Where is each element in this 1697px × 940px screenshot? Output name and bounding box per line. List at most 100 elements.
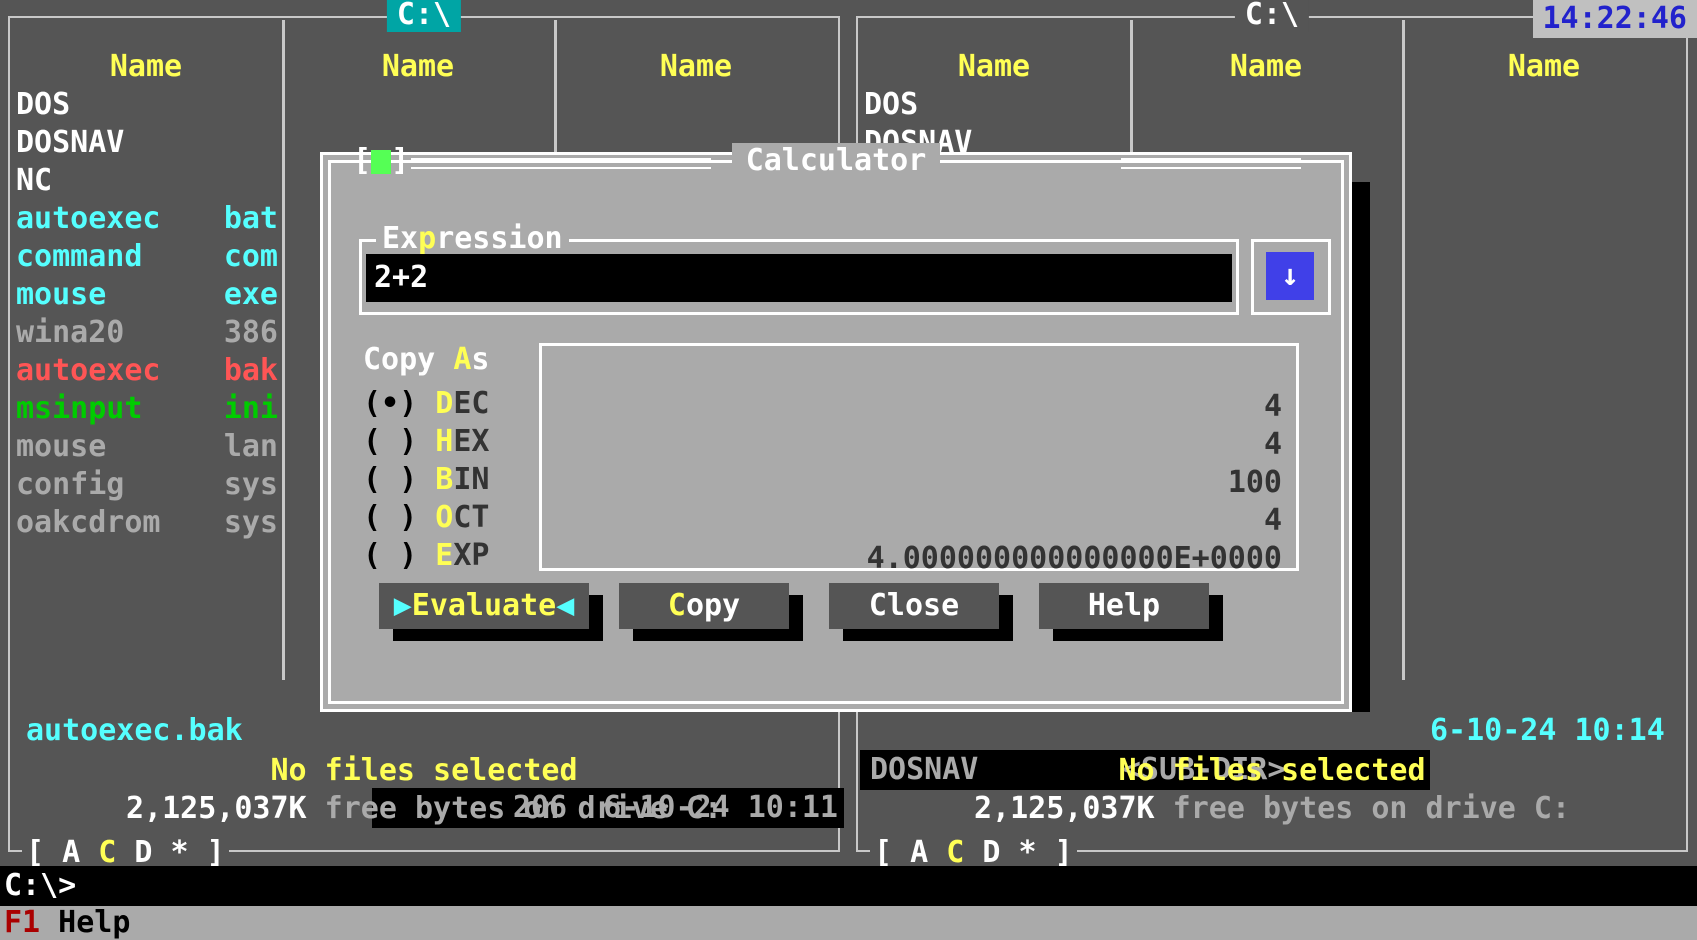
- file-list-item[interactable]: wina20 386: [16, 314, 278, 352]
- file-name: DOSNAV: [16, 125, 125, 160]
- file-extension: sys: [223, 467, 278, 502]
- file-extension: sys: [223, 505, 278, 540]
- file-extension: com: [223, 239, 278, 274]
- file-name: DOS: [16, 87, 71, 122]
- fn-key-f1-label[interactable]: Help: [40, 905, 130, 940]
- radio-marker[interactable]: ( ): [363, 500, 435, 535]
- expression-group: Expression 2+2: [359, 220, 1239, 315]
- copy-button[interactable]: Copy: [619, 583, 789, 629]
- radio-marker[interactable]: ( ): [363, 538, 435, 573]
- file-list-item[interactable]: DOS: [864, 86, 1126, 124]
- radio-hex[interactable]: ( ) HEX: [363, 423, 489, 461]
- command-line[interactable]: C:\>: [0, 866, 1697, 906]
- file-extension: 386: [223, 315, 278, 350]
- radio-hotkey: B: [435, 462, 454, 497]
- column-header-name: Name: [1229, 49, 1303, 84]
- file-list-item[interactable]: mouse lan: [16, 428, 278, 466]
- file-list-item[interactable]: DOS: [16, 86, 278, 124]
- radio-hotkey: D: [435, 386, 454, 421]
- file-list-item[interactable]: msinput ini: [16, 390, 278, 428]
- radio-hotkey: H: [435, 424, 454, 459]
- close-box-icon[interactable]: []: [353, 142, 409, 180]
- radio-marker[interactable]: ( ): [363, 424, 435, 459]
- column-header-name: Name: [659, 49, 733, 84]
- file-list-item[interactable]: command com: [16, 238, 278, 276]
- column-divider: [282, 20, 285, 680]
- radio-label: CT: [453, 500, 490, 535]
- help-button[interactable]: Help: [1039, 583, 1209, 629]
- free-bytes-right: 2,125,037K free bytes on drive C:: [858, 790, 1686, 828]
- expression-legend: Expression: [376, 220, 569, 258]
- fn-key-f1[interactable]: F1: [4, 905, 40, 940]
- file-list-item[interactable]: mouse exe: [16, 276, 278, 314]
- button-label: valuate: [429, 588, 557, 623]
- default-button-arrow-left-icon: ▶: [393, 588, 412, 623]
- column-divider: [1402, 20, 1405, 680]
- result-value-bin: 100: [1227, 465, 1282, 500]
- button-label: opy: [685, 588, 741, 623]
- radio-dec[interactable]: (•) DEC: [363, 385, 489, 423]
- file-name: wina20: [16, 315, 125, 350]
- calculator-dialog[interactable]: Calculator [] Expression 2+2 ↓ Copy As (…: [320, 143, 1352, 712]
- result-value-exp: 4.000000000000000E+0000: [866, 541, 1282, 576]
- default-button-arrow-right-icon: ◀: [556, 588, 575, 623]
- selected-file-bar-left: autoexec.bak 206 6-10-24 10:11: [12, 712, 844, 828]
- file-list-item[interactable]: config sys: [16, 466, 278, 504]
- radio-hotkey: O: [435, 500, 454, 535]
- file-name: command: [16, 239, 143, 274]
- radio-oct[interactable]: ( ) OCT: [363, 499, 489, 537]
- drive-current[interactable]: C: [98, 835, 116, 870]
- file-name: DOS: [864, 87, 919, 122]
- file-list-item[interactable]: autoexec bat: [16, 200, 278, 238]
- result-value-dec: 4: [1263, 389, 1282, 424]
- function-key-bar[interactable]: F1 Help: [0, 906, 1697, 940]
- close-button[interactable]: Close: [829, 583, 999, 629]
- selected-file-date: 6-10-24 10:14: [1430, 713, 1665, 748]
- radio-marker[interactable]: (•): [363, 386, 435, 421]
- radio-label: EC: [453, 386, 490, 421]
- file-list-item[interactable]: NC: [16, 162, 278, 200]
- history-arrow-group: ↓: [1251, 239, 1331, 315]
- selected-file-bar-right: DOSNAV <SUB-DIR> 6-10-24 10:14: [860, 712, 1684, 790]
- file-name: NC: [16, 163, 53, 198]
- result-value-oct: 4: [1263, 503, 1282, 538]
- radio-marker[interactable]: ( ): [363, 462, 435, 497]
- evaluate-button[interactable]: ▶Evaluate◀: [379, 583, 589, 629]
- column-header-name: Name: [381, 49, 455, 84]
- selected-file-name: autoexec.bak: [26, 713, 243, 748]
- calculator-dialog-inner-frame: Calculator [] Expression 2+2 ↓ Copy As (…: [328, 143, 1344, 704]
- file-list-left[interactable]: DOS DOSNAV NC autoexec bat command com mouse exe…: [16, 86, 278, 542]
- result-value-hex: 4: [1263, 427, 1282, 462]
- file-list-item[interactable]: oakcdrom sys: [16, 504, 278, 542]
- file-extension: bak: [223, 353, 278, 388]
- free-bytes-text: free bytes on drive C:: [1172, 791, 1571, 826]
- button-label: Help: [1087, 588, 1161, 623]
- file-name: autoexec: [16, 353, 161, 388]
- file-extension: exe: [223, 277, 278, 312]
- history-dropdown-arrow-icon[interactable]: ↓: [1266, 252, 1314, 300]
- radio-exp[interactable]: ( ) EXP: [363, 537, 489, 575]
- dos-screen: C:\ Name Name Name DOS DOSNAV NC autoexec ba…: [0, 0, 1697, 940]
- panel-title-right: C:\: [1234, 0, 1310, 32]
- no-files-selected-right: No files selected: [1118, 753, 1426, 788]
- expression-input[interactable]: 2+2: [366, 254, 1232, 302]
- clock: 14:22:46: [1532, 0, 1697, 38]
- free-bytes-amount: 2,125,037K: [973, 791, 1155, 826]
- free-bytes-left: 2,125,037K free bytes on drive C:: [10, 790, 838, 828]
- file-extension: ini: [223, 391, 278, 426]
- column-header-name: Name: [1507, 49, 1581, 84]
- column-header-name: Name: [109, 49, 183, 84]
- file-list-item[interactable]: DOSNAV: [16, 124, 278, 162]
- free-bytes-text: free bytes on drive C:: [324, 791, 723, 826]
- radio-label: IN: [453, 462, 490, 497]
- radio-bin[interactable]: ( ) BIN: [363, 461, 489, 499]
- file-name: mouse: [16, 429, 107, 464]
- no-files-selected-left: No files selected: [270, 753, 578, 788]
- close-box-square-icon[interactable]: [371, 150, 392, 174]
- file-name: oakcdrom: [16, 505, 161, 540]
- copy-as-label: Copy As: [363, 342, 490, 377]
- file-list-item[interactable]: autoexec bak: [16, 352, 278, 390]
- radio-label: XP: [453, 538, 490, 573]
- drive-current[interactable]: C: [946, 835, 964, 870]
- file-extension: bat: [223, 201, 278, 236]
